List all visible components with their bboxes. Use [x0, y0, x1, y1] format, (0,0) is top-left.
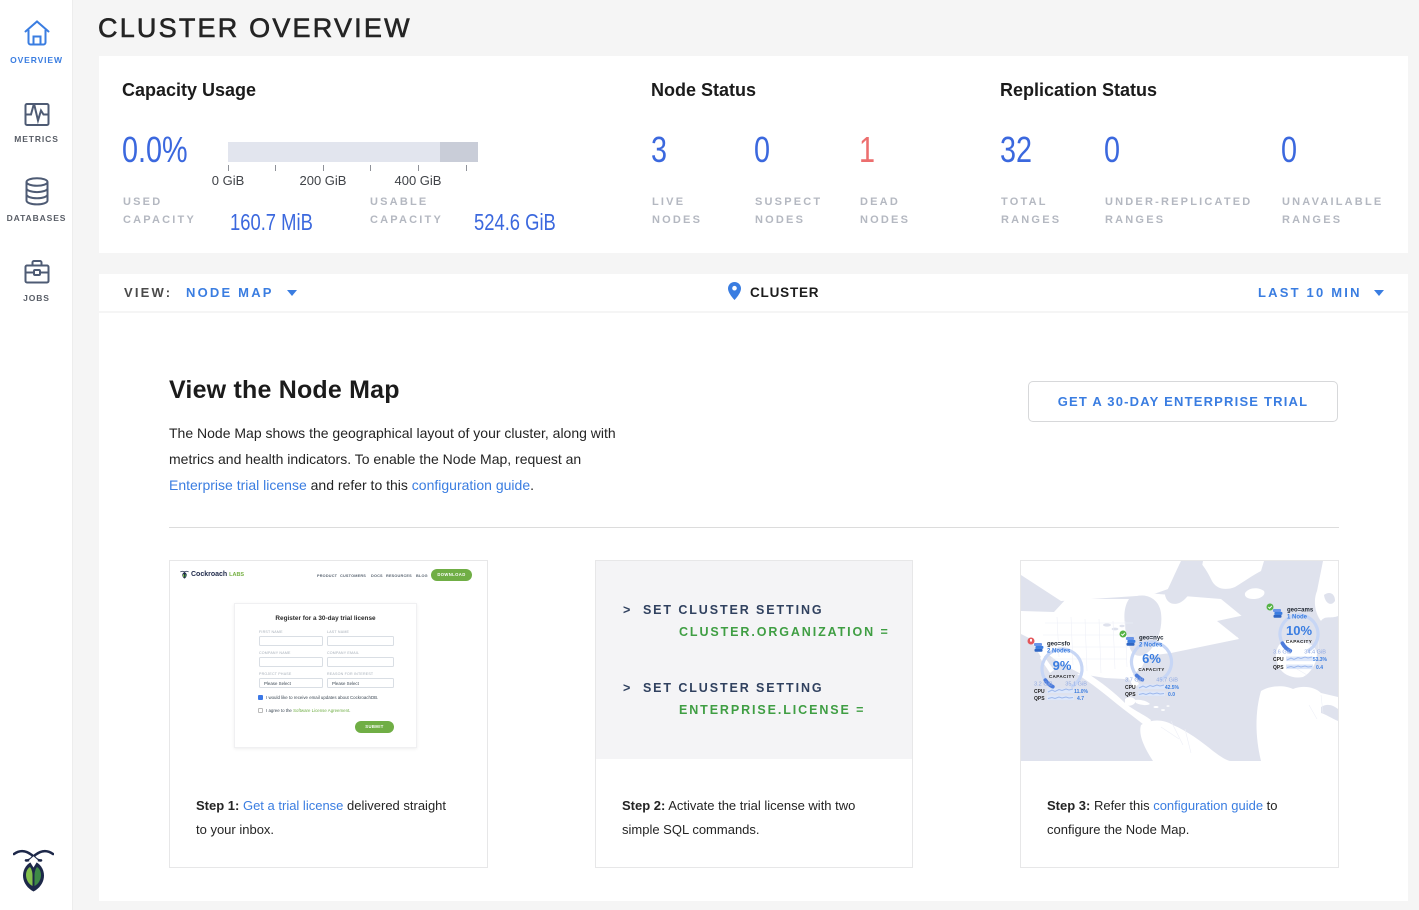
svg-text:geo=nyc: geo=nyc [1139, 636, 1164, 642]
svg-text:45.7 GiB: 45.7 GiB [1156, 678, 1178, 684]
svg-text:2 Nodes: 2 Nodes [1047, 649, 1071, 655]
svg-text:3.7 GiB: 3.7 GiB [1125, 678, 1144, 684]
svg-text:CAPACITY: CAPACITY [1286, 639, 1312, 644]
svg-text:geo=sfo: geo=sfo [1047, 642, 1071, 648]
svg-text:QPS: QPS [1034, 696, 1045, 702]
svg-text:geo=ams: geo=ams [1287, 608, 1314, 614]
svg-text:CAPACITY: CAPACITY [1138, 667, 1164, 672]
svg-text:9%: 9% [1053, 658, 1072, 673]
svg-text:CAPACITY: CAPACITY [1049, 674, 1075, 679]
svg-text:0.0: 0.0 [1168, 692, 1175, 698]
svg-text:2 Nodes: 2 Nodes [1139, 643, 1163, 649]
svg-text:CPU: CPU [1273, 657, 1284, 663]
svg-text:53.3%: 53.3% [1313, 657, 1328, 663]
svg-text:3.6 GiB: 3.6 GiB [1273, 650, 1292, 656]
svg-text:3.2 GiB: 3.2 GiB [1034, 682, 1053, 688]
svg-text:10%: 10% [1286, 623, 1312, 638]
svg-text:6%: 6% [1142, 651, 1161, 666]
svg-text:CPU: CPU [1125, 685, 1136, 691]
svg-text:0.4: 0.4 [1316, 665, 1323, 671]
svg-text:1 Node: 1 Node [1287, 615, 1308, 621]
svg-text:4.7: 4.7 [1077, 696, 1084, 702]
svg-text:CPU: CPU [1034, 689, 1045, 695]
svg-text:35.1 GiB: 35.1 GiB [1065, 682, 1087, 688]
svg-text:34.4 GiB: 34.4 GiB [1304, 650, 1326, 656]
svg-text:42.5%: 42.5% [1165, 685, 1180, 691]
svg-text:QPS: QPS [1125, 692, 1136, 698]
svg-text:11.0%: 11.0% [1074, 689, 1088, 695]
svg-text:QPS: QPS [1273, 665, 1284, 671]
